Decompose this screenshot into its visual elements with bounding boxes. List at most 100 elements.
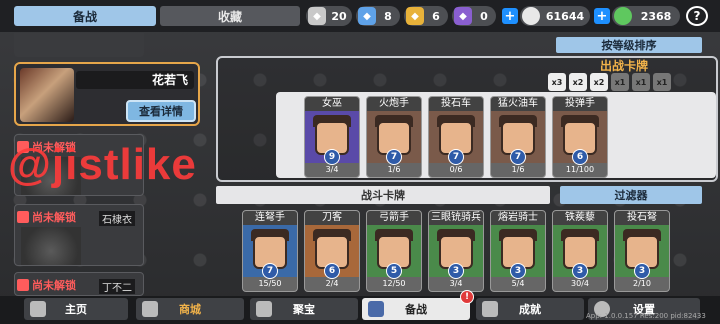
gem-icon xyxy=(614,7,632,25)
add-gems-button[interactable]: + xyxy=(594,8,610,24)
version-text: App: 1.0.0.157 Res:200 pid:82433 xyxy=(586,312,706,320)
card-art: 7 xyxy=(429,111,483,165)
card-art: 7 xyxy=(491,111,545,165)
card-art: 3 xyxy=(429,225,483,279)
card-name: 铁蒺藜 xyxy=(553,211,607,225)
nav-achievements[interactable]: 成就 xyxy=(476,298,584,320)
deck-card[interactable]: 女巫 9 3/4 xyxy=(304,96,360,178)
help-button[interactable]: ? xyxy=(686,6,708,26)
battle-card[interactable]: 连弩手 7 15/50 xyxy=(242,210,298,292)
card-count: 2/4 xyxy=(325,279,339,288)
silver-shield-icon: ◆ xyxy=(308,7,326,25)
card-count: 1/6 xyxy=(511,165,525,174)
purple-shield-icon: ◆ xyxy=(454,7,472,25)
resource-purple: ◆ 0 xyxy=(452,6,496,26)
card-art: 3 xyxy=(491,225,545,279)
card-count: 11/100 xyxy=(565,165,595,174)
locked-hero-3[interactable]: 尚未解锁 丁不二 xyxy=(14,272,144,296)
notification-badge: ! xyxy=(460,290,474,304)
hero-card-selected[interactable]: 花若飞 查看详情 xyxy=(14,62,200,126)
card-art: 3 xyxy=(553,225,607,279)
view-details-button[interactable]: 查看详情 xyxy=(126,100,196,122)
card-count: 2/10 xyxy=(633,279,651,288)
battle-card[interactable]: 铁蒺藜 3 30/4 xyxy=(552,210,608,292)
battle-card[interactable]: 投石弩 3 2/10 xyxy=(614,210,670,292)
nav-treasure-label: 聚宝 xyxy=(293,303,315,316)
nav-home[interactable]: 主页 xyxy=(24,298,128,320)
deck-card[interactable]: 投弹手 6 11/100 xyxy=(552,96,608,178)
battle-card[interactable]: 刀客 6 2/4 xyxy=(304,210,360,292)
nav-prepare[interactable]: 备战 xyxy=(362,298,470,320)
card-count: 3/4 xyxy=(325,165,339,174)
watermark: @jistlike xyxy=(8,140,197,189)
card-art: 3 xyxy=(615,225,669,279)
deck-card[interactable]: 火炮手 7 1/6 xyxy=(366,96,422,178)
card-cost: 3 xyxy=(510,263,526,279)
sort-by-level-button[interactable]: 按等级排序 xyxy=(556,37,702,53)
slot-counter: x1 xyxy=(632,73,650,91)
hero-portrait xyxy=(20,68,74,122)
treasure-icon xyxy=(256,301,272,317)
filter-button[interactable]: 过滤器 xyxy=(560,186,702,204)
nav-prepare-label: 备战 xyxy=(405,303,427,316)
card-art: 5 xyxy=(367,225,421,279)
tab-prepare[interactable]: 备战 xyxy=(14,6,156,26)
lock-icon xyxy=(17,279,29,291)
card-cost: 7 xyxy=(386,149,402,165)
lock-icon xyxy=(17,211,29,223)
card-art: 9 xyxy=(305,111,359,165)
slot-counter: x2 xyxy=(569,73,587,91)
gold-shield-icon: ◆ xyxy=(406,7,424,25)
locked-hero-name: 石棣衣 xyxy=(99,211,135,226)
card-art: 7 xyxy=(243,225,297,279)
deck-title: 出战卡牌 xyxy=(600,59,649,73)
slot-counter: x1 xyxy=(611,73,629,91)
card-count: 5/4 xyxy=(511,279,525,288)
card-cost: 6 xyxy=(324,263,340,279)
card-art: 7 xyxy=(367,111,421,165)
coin-icon xyxy=(522,7,540,25)
nav-shop[interactable]: 商城 xyxy=(136,298,244,320)
card-name: 弓箭手 xyxy=(367,211,421,225)
locked-hero-name: 丁不二 xyxy=(99,279,135,294)
slot-counter: x3 xyxy=(548,73,566,91)
battle-card[interactable]: 弓箭手 5 12/50 xyxy=(366,210,422,292)
locked-hero-2[interactable]: 尚未解锁 石棣衣 xyxy=(14,204,144,266)
card-name: 投石弩 xyxy=(615,211,669,225)
card-art: 6 xyxy=(553,111,607,165)
gems-value: 2368 xyxy=(640,9,672,23)
resource-blue: ◆ 8 xyxy=(356,6,400,26)
card-art: 6 xyxy=(305,225,359,279)
card-name: 三眼铳骑兵 xyxy=(429,211,483,225)
battle-card[interactable]: 三眼铳骑兵 3 3/4 xyxy=(428,210,484,292)
nav-treasure[interactable]: 聚宝 xyxy=(250,298,358,320)
tab-collection[interactable]: 收藏 xyxy=(160,6,300,26)
resource-purple-value: 0 xyxy=(480,9,488,23)
card-cost: 6 xyxy=(572,149,588,165)
deck-card[interactable]: 投石车 7 0/6 xyxy=(428,96,484,178)
card-name: 刀客 xyxy=(305,211,359,225)
card-count: 12/50 xyxy=(382,279,406,288)
card-cost: 7 xyxy=(510,149,526,165)
nav-shop-label: 商城 xyxy=(179,303,201,316)
resource-blue-value: 8 xyxy=(384,9,392,23)
card-count: 30/4 xyxy=(571,279,589,288)
card-name: 猛火油车 xyxy=(491,97,545,111)
card-cost: 9 xyxy=(324,149,340,165)
card-name: 女巫 xyxy=(305,97,359,111)
hero-silhouette xyxy=(21,227,81,265)
card-name: 熔岩骑士 xyxy=(491,211,545,225)
card-count: 15/50 xyxy=(258,279,282,288)
achievement-icon xyxy=(482,301,498,317)
hero-list-item-partial[interactable] xyxy=(14,33,144,57)
coins-value: 61644 xyxy=(545,9,585,23)
nav-achievements-label: 成就 xyxy=(519,303,541,316)
card-cost: 7 xyxy=(448,149,464,165)
locked-label: 尚未解锁 xyxy=(32,211,76,224)
deck-card[interactable]: 猛火油车 7 1/6 xyxy=(490,96,546,178)
slot-counter: x2 xyxy=(590,73,608,91)
battle-card[interactable]: 熔岩骑士 3 5/4 xyxy=(490,210,546,292)
add-coins-button[interactable]: + xyxy=(502,8,518,24)
resource-silver: ◆ 20 xyxy=(306,6,352,26)
battle-cards-title: 战斗卡牌 xyxy=(216,186,550,204)
